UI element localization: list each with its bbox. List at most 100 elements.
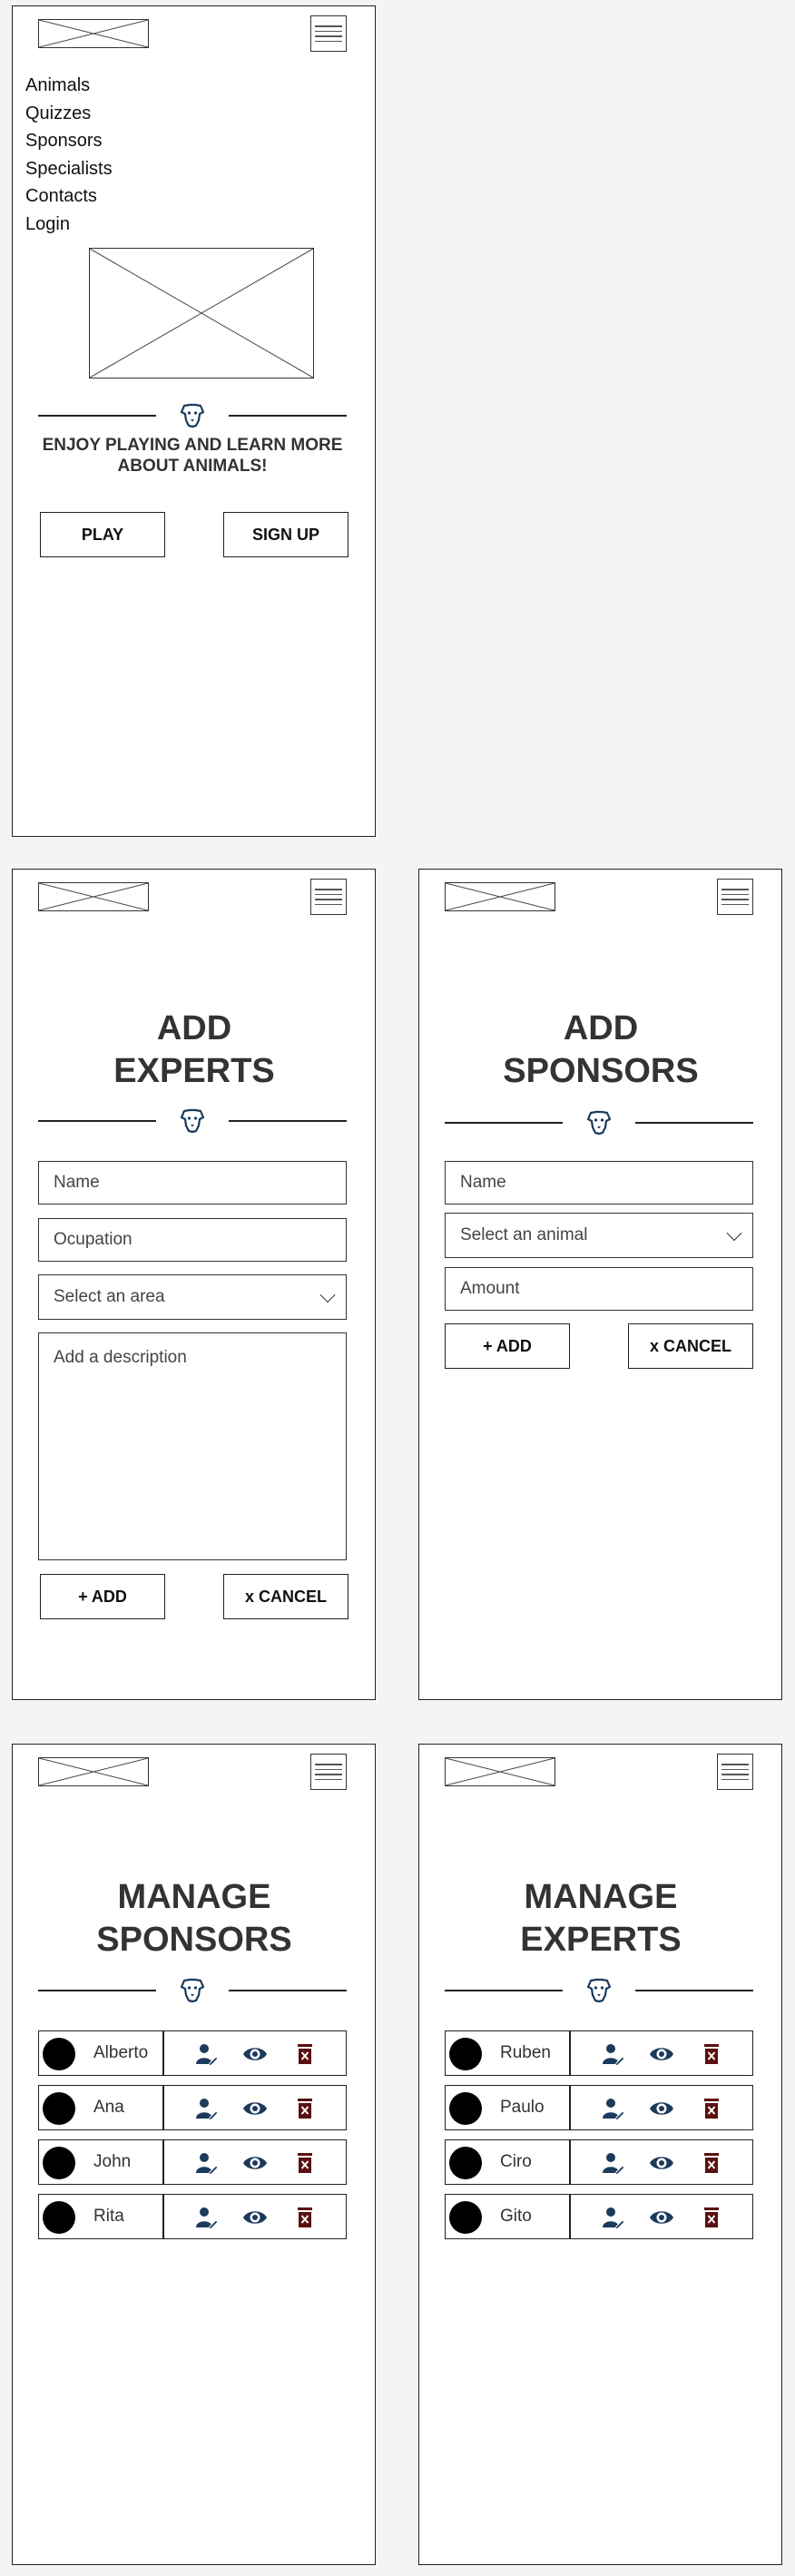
avatar xyxy=(43,2201,75,2234)
amount-field[interactable]: Amount xyxy=(445,1267,753,1311)
table-row: Paulo xyxy=(445,2085,753,2130)
page-title-line2: EXPERTS xyxy=(113,1052,275,1090)
row-name: Paulo xyxy=(500,2098,545,2117)
dog-icon xyxy=(179,402,206,429)
nav-item-sponsors[interactable]: Sponsors xyxy=(25,127,113,155)
table-row: John xyxy=(38,2139,347,2185)
add-experts-screen: ADD EXPERTS Name Ocupation Select an are… xyxy=(12,869,376,1700)
delete-icon[interactable] xyxy=(699,2041,724,2067)
row-name: Gito xyxy=(500,2207,532,2226)
area-select-value: Select an area xyxy=(54,1287,165,1306)
edit-user-icon[interactable] xyxy=(600,2041,625,2067)
logo-placeholder[interactable] xyxy=(445,882,555,911)
occupation-field[interactable]: Ocupation xyxy=(38,1218,347,1262)
table-row: Gito xyxy=(445,2194,753,2239)
menu-icon[interactable] xyxy=(717,879,753,915)
area-select[interactable]: Select an area xyxy=(38,1274,347,1320)
delete-icon[interactable] xyxy=(292,2205,318,2230)
chevron-down-icon xyxy=(319,1287,336,1303)
section-divider xyxy=(38,1107,347,1135)
logo-placeholder[interactable] xyxy=(445,1757,555,1786)
row-name: Ciro xyxy=(500,2152,532,2171)
section-divider xyxy=(38,402,347,429)
view-eye-icon[interactable] xyxy=(242,2041,268,2067)
nav-item-quizzes[interactable]: Quizzes xyxy=(25,100,113,128)
delete-icon[interactable] xyxy=(292,2150,318,2176)
nav-item-animals[interactable]: Animals xyxy=(25,72,113,100)
page-title-line1: MANAGE xyxy=(524,1878,678,1916)
play-button[interactable]: PLAY xyxy=(40,512,165,557)
view-eye-icon[interactable] xyxy=(242,2205,268,2230)
nav-item-specialists[interactable]: Specialists xyxy=(25,155,113,183)
cancel-button[interactable]: x CANCEL xyxy=(628,1323,753,1369)
page-title-line1: MANAGE xyxy=(117,1878,271,1916)
delete-icon[interactable] xyxy=(699,2150,724,2176)
page-title-line2: EXPERTS xyxy=(520,1921,682,1959)
tagline: ENJOY PLAYING AND LEARN MORE ABOUT ANIMA… xyxy=(42,436,343,476)
animal-select[interactable]: Select an animal xyxy=(445,1213,753,1258)
view-eye-icon[interactable] xyxy=(242,2150,268,2176)
page-title-line1: ADD xyxy=(156,1009,232,1047)
chevron-down-icon xyxy=(726,1225,742,1242)
page-title-line1: ADD xyxy=(563,1009,639,1047)
sign-up-button[interactable]: SIGN UP xyxy=(223,512,348,557)
delete-icon[interactable] xyxy=(699,2096,724,2121)
edit-user-icon[interactable] xyxy=(193,2205,219,2230)
page-title-line2: SPONSORS xyxy=(96,1921,292,1959)
description-field[interactable]: Add a description xyxy=(38,1332,347,1560)
view-eye-icon[interactable] xyxy=(649,2150,674,2176)
edit-user-icon[interactable] xyxy=(193,2041,219,2067)
menu-icon[interactable] xyxy=(717,1754,753,1790)
menu-icon[interactable] xyxy=(310,879,347,915)
page-title: ADD SPONSORS xyxy=(419,1008,782,1093)
delete-icon[interactable] xyxy=(292,2041,318,2067)
logo-placeholder[interactable] xyxy=(38,19,149,48)
row-name: Ruben xyxy=(500,2043,551,2062)
page-title: MANAGE SPONSORS xyxy=(13,1876,376,1961)
edit-user-icon[interactable] xyxy=(600,2096,625,2121)
menu-icon[interactable] xyxy=(310,15,347,52)
view-eye-icon[interactable] xyxy=(649,2096,674,2121)
page-title: ADD EXPERTS xyxy=(13,1008,376,1093)
section-divider xyxy=(38,1977,347,2004)
row-name: Alberto xyxy=(93,2043,149,2062)
name-field[interactable]: Name xyxy=(445,1161,753,1204)
add-button[interactable]: + ADD xyxy=(40,1574,165,1619)
avatar xyxy=(449,2147,482,2179)
view-eye-icon[interactable] xyxy=(649,2205,674,2230)
dog-icon xyxy=(179,1977,206,2004)
avatar xyxy=(43,2038,75,2070)
edit-user-icon[interactable] xyxy=(193,2150,219,2176)
page-title-line2: SPONSORS xyxy=(503,1052,699,1090)
row-name: John xyxy=(93,2152,132,2171)
dog-icon xyxy=(585,1109,613,1136)
logo-placeholder[interactable] xyxy=(38,882,149,911)
row-name: Ana xyxy=(93,2098,124,2117)
dog-icon xyxy=(179,1107,206,1135)
edit-user-icon[interactable] xyxy=(193,2096,219,2121)
table-row: Ruben xyxy=(445,2030,753,2076)
edit-user-icon[interactable] xyxy=(600,2205,625,2230)
hero-image-placeholder xyxy=(89,248,314,379)
view-eye-icon[interactable] xyxy=(242,2096,268,2121)
table-row: Rita xyxy=(38,2194,347,2239)
avatar xyxy=(449,2201,482,2234)
delete-icon[interactable] xyxy=(699,2205,724,2230)
menu-icon[interactable] xyxy=(310,1754,347,1790)
nav-item-contacts[interactable]: Contacts xyxy=(25,182,113,211)
avatar xyxy=(43,2092,75,2125)
avatar xyxy=(43,2147,75,2179)
cancel-button[interactable]: x CANCEL xyxy=(223,1574,348,1619)
delete-icon[interactable] xyxy=(292,2096,318,2121)
dog-icon xyxy=(585,1977,613,2004)
avatar xyxy=(449,2092,482,2125)
add-sponsors-screen: ADD SPONSORS Name Select an animal Amoun… xyxy=(418,869,782,1700)
nav-item-login[interactable]: Login xyxy=(25,211,113,239)
animal-select-value: Select an animal xyxy=(460,1225,588,1244)
view-eye-icon[interactable] xyxy=(649,2041,674,2067)
manage-sponsors-screen: MANAGE SPONSORS Alberto Ana John Rita xyxy=(12,1744,376,2565)
add-button[interactable]: + ADD xyxy=(445,1323,570,1369)
logo-placeholder[interactable] xyxy=(38,1757,149,1786)
edit-user-icon[interactable] xyxy=(600,2150,625,2176)
name-field[interactable]: Name xyxy=(38,1161,347,1204)
